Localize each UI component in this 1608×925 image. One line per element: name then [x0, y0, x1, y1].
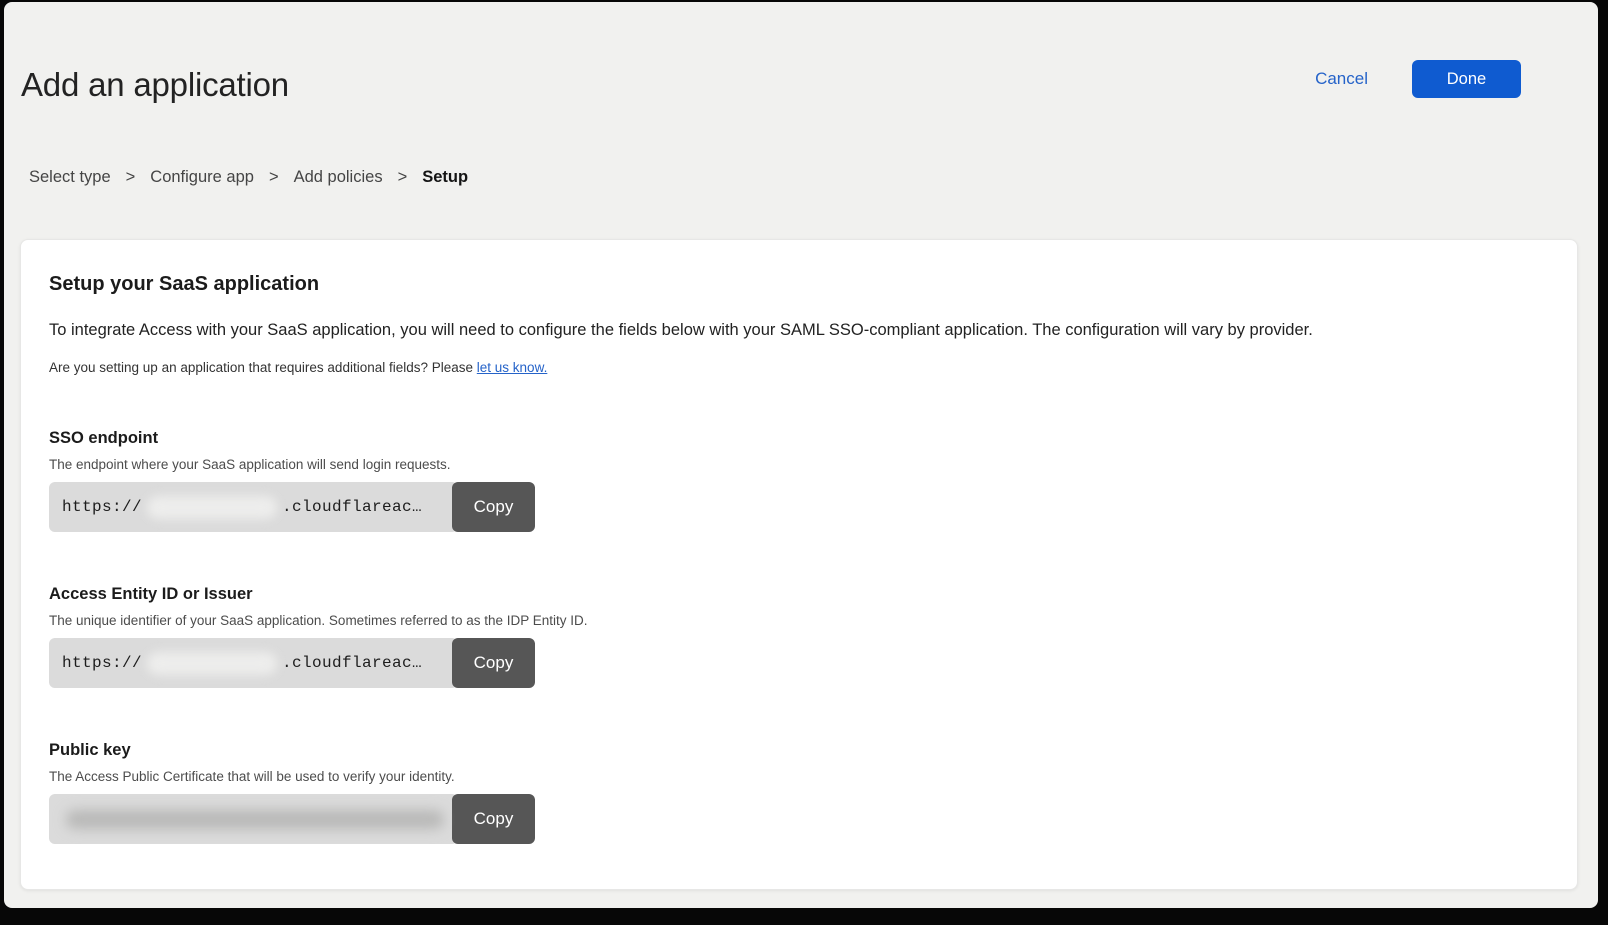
card-title: Setup your SaaS application [49, 272, 1547, 296]
redacted-value [66, 810, 444, 829]
entity-id-field: https:// .cloudflareac… Copy [49, 638, 541, 688]
section-title: Public key [49, 740, 1547, 760]
public-key-value [49, 794, 458, 844]
value-prefix: https:// [62, 498, 142, 516]
section-description: The endpoint where your SaaS application… [49, 457, 1547, 473]
cancel-button[interactable]: Cancel [1315, 69, 1368, 89]
value-suffix: .cloudflareac… [282, 498, 422, 516]
copy-public-key-button[interactable]: Copy [452, 794, 535, 844]
copy-sso-endpoint-button[interactable]: Copy [452, 482, 535, 532]
breadcrumb-step-select-type[interactable]: Select type [29, 168, 111, 187]
public-key-field: Copy [49, 794, 541, 844]
breadcrumb-step-configure-app[interactable]: Configure app [150, 168, 254, 187]
card-note-text: Are you setting up an application that r… [49, 360, 477, 375]
sso-endpoint-section: SSO endpoint The endpoint where your Saa… [49, 428, 1547, 532]
breadcrumb-separator: > [126, 168, 136, 187]
value-suffix: .cloudflareac… [282, 654, 422, 672]
done-button[interactable]: Done [1412, 60, 1521, 98]
breadcrumb: Select type > Configure app > Add polici… [29, 168, 468, 187]
redacted-value [147, 652, 277, 675]
section-description: The Access Public Certificate that will … [49, 769, 1547, 785]
value-prefix: https:// [62, 654, 142, 672]
card-intro-text: To integrate Access with your SaaS appli… [49, 319, 1547, 341]
page-title: Add an application [21, 66, 289, 104]
public-key-section: Public key The Access Public Certificate… [49, 740, 1547, 844]
entity-id-section: Access Entity ID or Issuer The unique id… [49, 584, 1547, 688]
entity-id-value: https:// .cloudflareac… [49, 638, 458, 688]
section-title: Access Entity ID or Issuer [49, 584, 1547, 604]
section-description: The unique identifier of your SaaS appli… [49, 613, 1547, 629]
breadcrumb-step-add-policies[interactable]: Add policies [294, 168, 383, 187]
copy-entity-id-button[interactable]: Copy [452, 638, 535, 688]
let-us-know-link[interactable]: let us know. [477, 360, 548, 375]
breadcrumb-step-setup: Setup [422, 168, 468, 187]
breadcrumb-separator: > [269, 168, 279, 187]
redacted-value [147, 496, 277, 519]
top-actions: Cancel Done [1315, 60, 1521, 98]
section-title: SSO endpoint [49, 428, 1547, 448]
breadcrumb-separator: > [398, 168, 408, 187]
page: Add an application Cancel Done Select ty… [4, 2, 1598, 908]
setup-card: Setup your SaaS application To integrate… [20, 239, 1578, 890]
sso-endpoint-field: https:// .cloudflareac… Copy [49, 482, 541, 532]
card-note: Are you setting up an application that r… [49, 359, 1547, 376]
sso-endpoint-value: https:// .cloudflareac… [49, 482, 458, 532]
